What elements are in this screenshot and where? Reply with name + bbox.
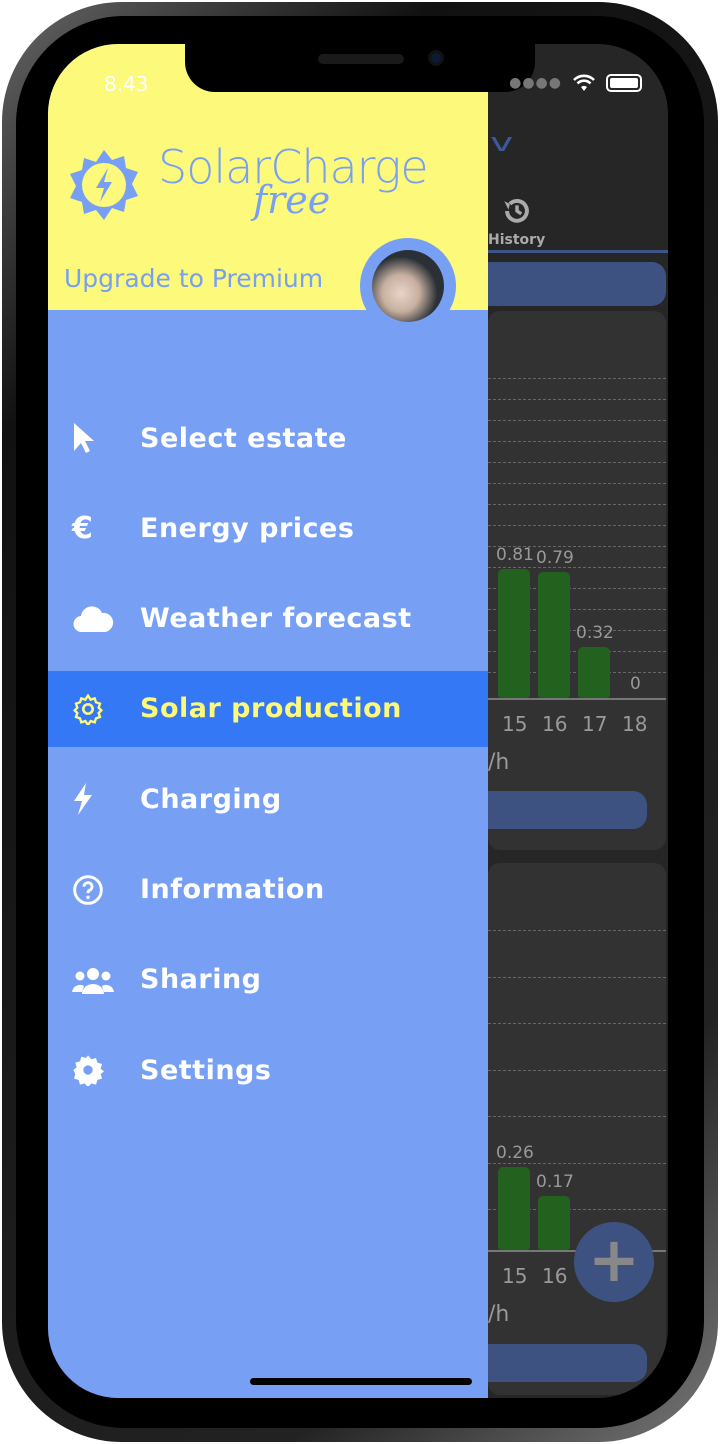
drawer-item-label: Sharing: [140, 964, 262, 996]
x-tick-label: 15: [502, 1264, 528, 1288]
x-tick-label: 16: [542, 712, 568, 736]
euro-icon: €: [72, 510, 94, 546]
x-axis: [488, 698, 666, 700]
status-icons: ●●●●: [509, 74, 642, 92]
gridline: [488, 1069, 666, 1071]
chevron-down-icon[interactable]: v: [490, 128, 513, 158]
solarcharge-logo-icon: [70, 150, 138, 220]
bar-16: [538, 1195, 570, 1250]
x-tick-label: 16: [542, 1264, 568, 1288]
x-tick-label: 17: [582, 712, 608, 736]
battery-icon: [606, 74, 642, 92]
cloud-icon: [48, 605, 140, 633]
gridline: [488, 378, 666, 379]
gridline: [488, 930, 666, 931]
data-label: 0.81: [496, 545, 534, 566]
avatar[interactable]: [360, 238, 456, 334]
drawer-item-sharing[interactable]: Sharing: [48, 942, 488, 1018]
users-icon: [48, 966, 140, 994]
wifi-icon: [573, 74, 595, 91]
gridline: [488, 976, 666, 978]
pointer-icon: [48, 421, 140, 455]
add-button[interactable]: +: [574, 1222, 654, 1302]
data-label: 0.17: [536, 1171, 574, 1192]
unit-label: /h: [488, 750, 510, 775]
history-icon: [503, 198, 529, 223]
gridline: [488, 1116, 666, 1117]
gridline: [488, 567, 666, 568]
card-button-2[interactable]: [468, 1344, 647, 1382]
home-indicator[interactable]: [250, 1378, 472, 1385]
gridline: [488, 420, 666, 421]
drawer-item-label: Charging: [140, 783, 282, 815]
gridline: [488, 483, 666, 484]
data-label: 0.26: [496, 1143, 534, 1164]
drawer-item-label: Energy prices: [140, 512, 355, 544]
tab-history[interactable]: History: [488, 194, 545, 248]
drawer-item-label: Solar production: [140, 693, 402, 725]
notch: [185, 44, 535, 92]
signal-icon: ●●●●: [509, 75, 562, 91]
gear-icon: [48, 1054, 140, 1087]
upgrade-link[interactable]: Upgrade to Premium: [64, 264, 323, 293]
data-label: 0: [630, 674, 641, 694]
bar-17: [578, 647, 610, 698]
navigation-drawer: SolarCharge free Upgrade to Premium Sele…: [48, 44, 488, 1398]
drawer-item-label: Settings: [140, 1054, 272, 1086]
gridline: [488, 399, 666, 400]
gridline: [488, 525, 666, 526]
drawer-item-energy-prices[interactable]: € Energy prices: [48, 490, 488, 566]
drawer-item-information[interactable]: Information: [48, 852, 488, 928]
drawer-item-solar-production[interactable]: Solar production: [48, 670, 488, 747]
brand-sub: free: [253, 178, 331, 222]
chart-card-2: [488, 863, 666, 1395]
question-icon: [48, 874, 140, 906]
bolt-icon: [48, 782, 140, 816]
x-tick-label: 15: [502, 712, 528, 736]
bar-16: [538, 572, 570, 698]
gridline: [488, 504, 666, 505]
gridline: [488, 462, 666, 463]
drawer-item-label: Weather forecast: [140, 603, 412, 635]
drawer-item-charging[interactable]: Charging: [48, 761, 488, 837]
tab-indicator: [488, 250, 668, 253]
bar-15: [498, 1167, 530, 1250]
drawer-item-label: Select estate: [140, 422, 347, 454]
unit-label: /h: [488, 1302, 510, 1327]
screen: 8.43 ●●●● v History /h /h 0.81 15 0.79 16 0.…: [48, 44, 668, 1398]
data-label: 0.32: [576, 623, 614, 644]
drawer-item-weather-forecast[interactable]: Weather forecast: [48, 581, 488, 657]
card-button-1[interactable]: [468, 791, 647, 829]
status-time: 8.43: [104, 72, 149, 96]
bar-15: [498, 569, 530, 698]
gear-outline-icon: [48, 693, 140, 725]
gridline: [488, 1023, 666, 1024]
data-label: 0.79: [536, 548, 574, 569]
x-tick-label: 18: [622, 712, 648, 736]
gridline: [488, 441, 666, 442]
drawer-item-settings[interactable]: Settings: [48, 1032, 488, 1108]
top-pill-button[interactable]: [468, 262, 666, 306]
drawer-item-select-estate[interactable]: Select estate: [48, 400, 488, 476]
drawer-item-label: Information: [140, 874, 325, 905]
